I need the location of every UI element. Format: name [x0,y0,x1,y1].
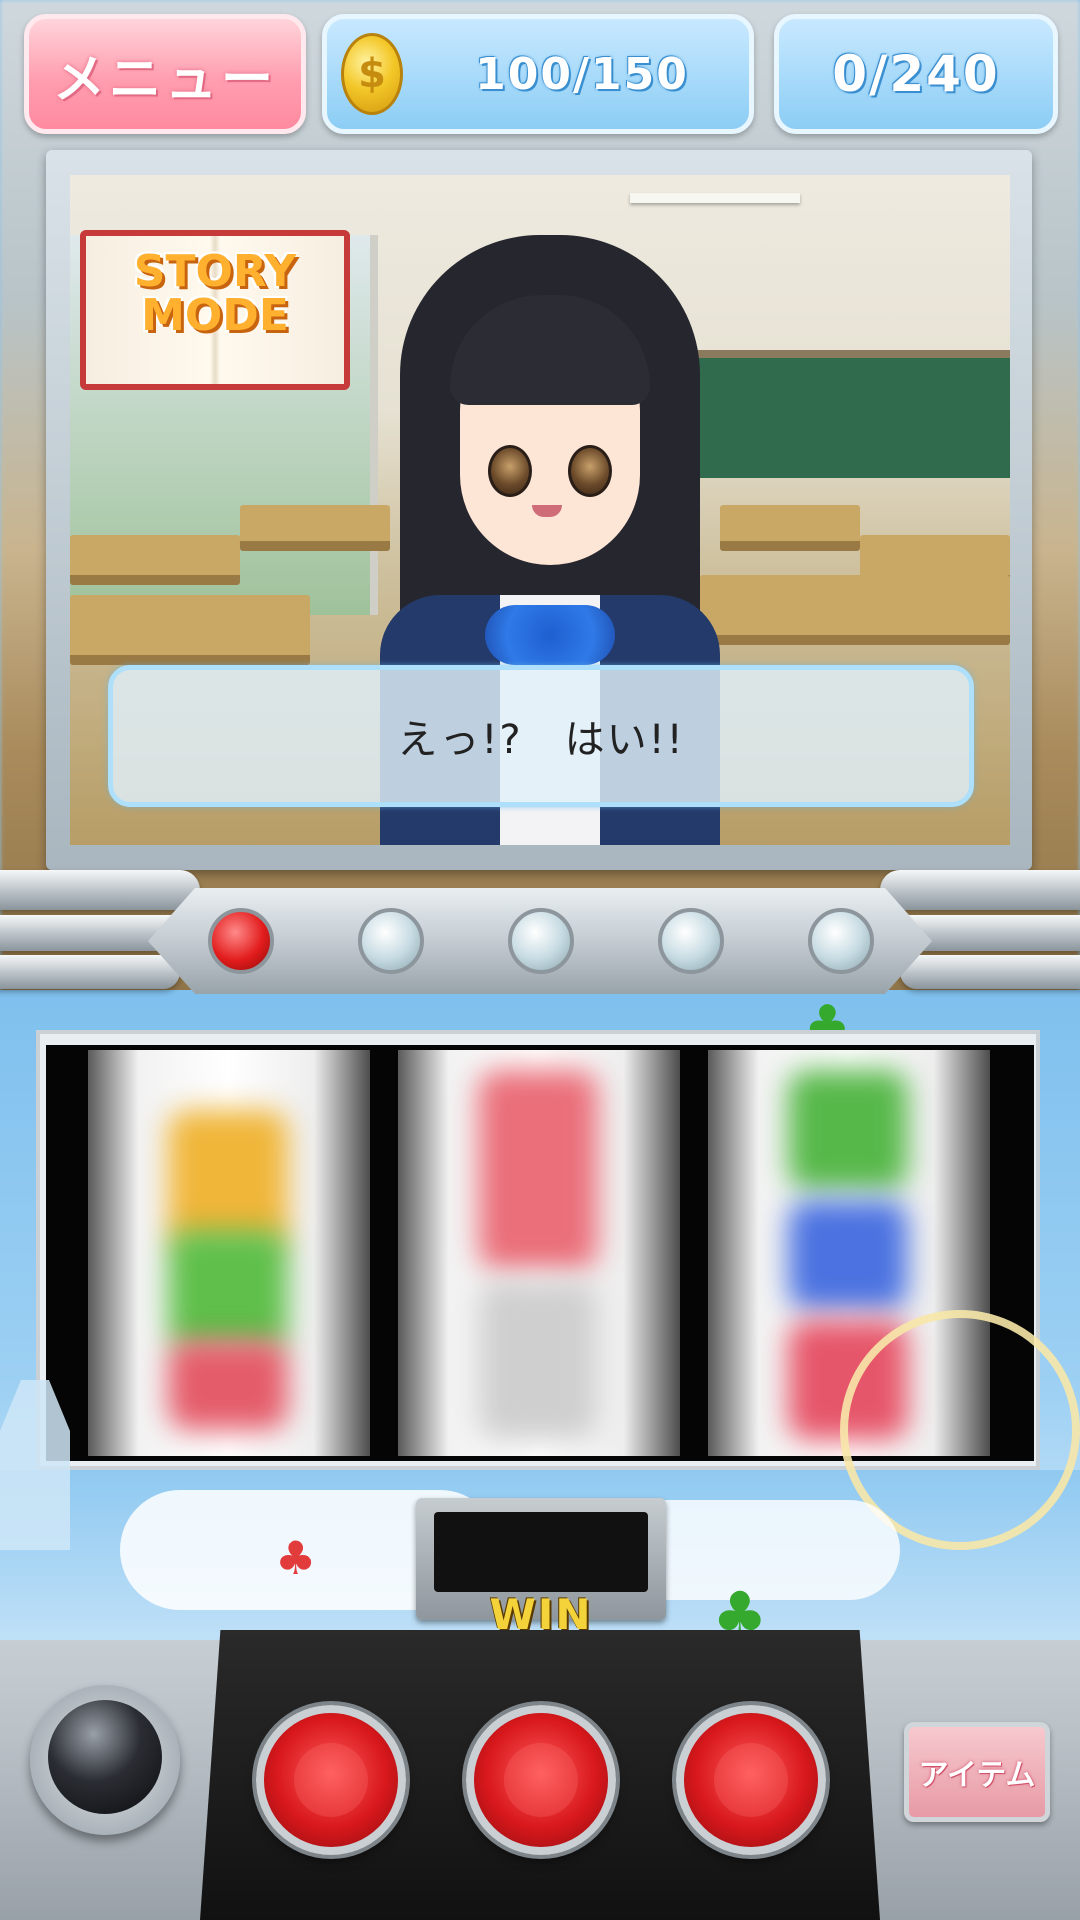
reel-symbol-blur [788,1200,908,1310]
story-mode-line2: MODE [141,290,289,341]
stop-button-left[interactable] [256,1705,406,1855]
reel-symbol-blur [168,1230,288,1350]
item-button[interactable]: アイテム [904,1722,1050,1822]
story-mode-line1: STORY [133,246,297,297]
desk [70,535,240,585]
chrome-wing-left [0,955,180,989]
chrome-wing-right [900,955,1080,989]
desk [700,575,1010,645]
indicator-lamp-4 [658,908,724,974]
reel-symbol-blur [788,1070,908,1190]
desk [240,505,390,551]
dialogue-text: えっ!? はい!! [397,717,685,763]
indicator-lamp-2 [358,908,424,974]
coin-value: 100/150 [417,19,747,129]
win-display: WIN [416,1498,666,1639]
ceiling-light [630,193,800,203]
desk [70,595,310,665]
stop-button-center[interactable] [466,1705,616,1855]
reel-left [88,1050,370,1456]
chrome-wing-left [0,870,200,910]
indicator-lamp-3 [508,908,574,974]
indicator-lamp-1 [208,908,274,974]
start-lever[interactable] [48,1700,162,1814]
character-bow [485,605,615,665]
character-eye [568,445,612,497]
desk [720,505,860,551]
indicator-lamp-5 [808,908,874,974]
reel-symbol-blur [168,1340,288,1430]
menu-button[interactable]: メニュー [24,14,306,134]
character-eye [488,445,532,497]
coin-symbol: $ [358,51,386,97]
reel-center [398,1050,680,1456]
story-mode-title: STORY MODE [80,250,350,338]
dialogue-box[interactable]: えっ!? はい!! [108,665,974,807]
progress-counter: 0/240 [774,14,1058,134]
clover-icon: ♣ [275,1531,317,1585]
reel-symbol-blur [478,1070,598,1270]
coin-counter: $ 100/150 [322,14,754,134]
reel-symbol-blur [168,1110,288,1250]
win-counter-screen [434,1512,648,1592]
stop-button-right[interactable] [676,1705,826,1855]
reel-symbol-blur [478,1280,598,1440]
progress-value: 0/240 [832,45,1000,103]
chrome-wing-right [880,870,1080,910]
coin-icon: $ [341,33,403,115]
item-button-label: アイテム [918,1758,1036,1793]
story-mode-badge: STORY MODE [80,190,360,390]
castle-silhouette [0,1380,70,1550]
chalkboard [650,350,1010,478]
menu-button-label: メニュー [52,49,277,110]
coin-value-text: 100/150 [475,48,689,100]
